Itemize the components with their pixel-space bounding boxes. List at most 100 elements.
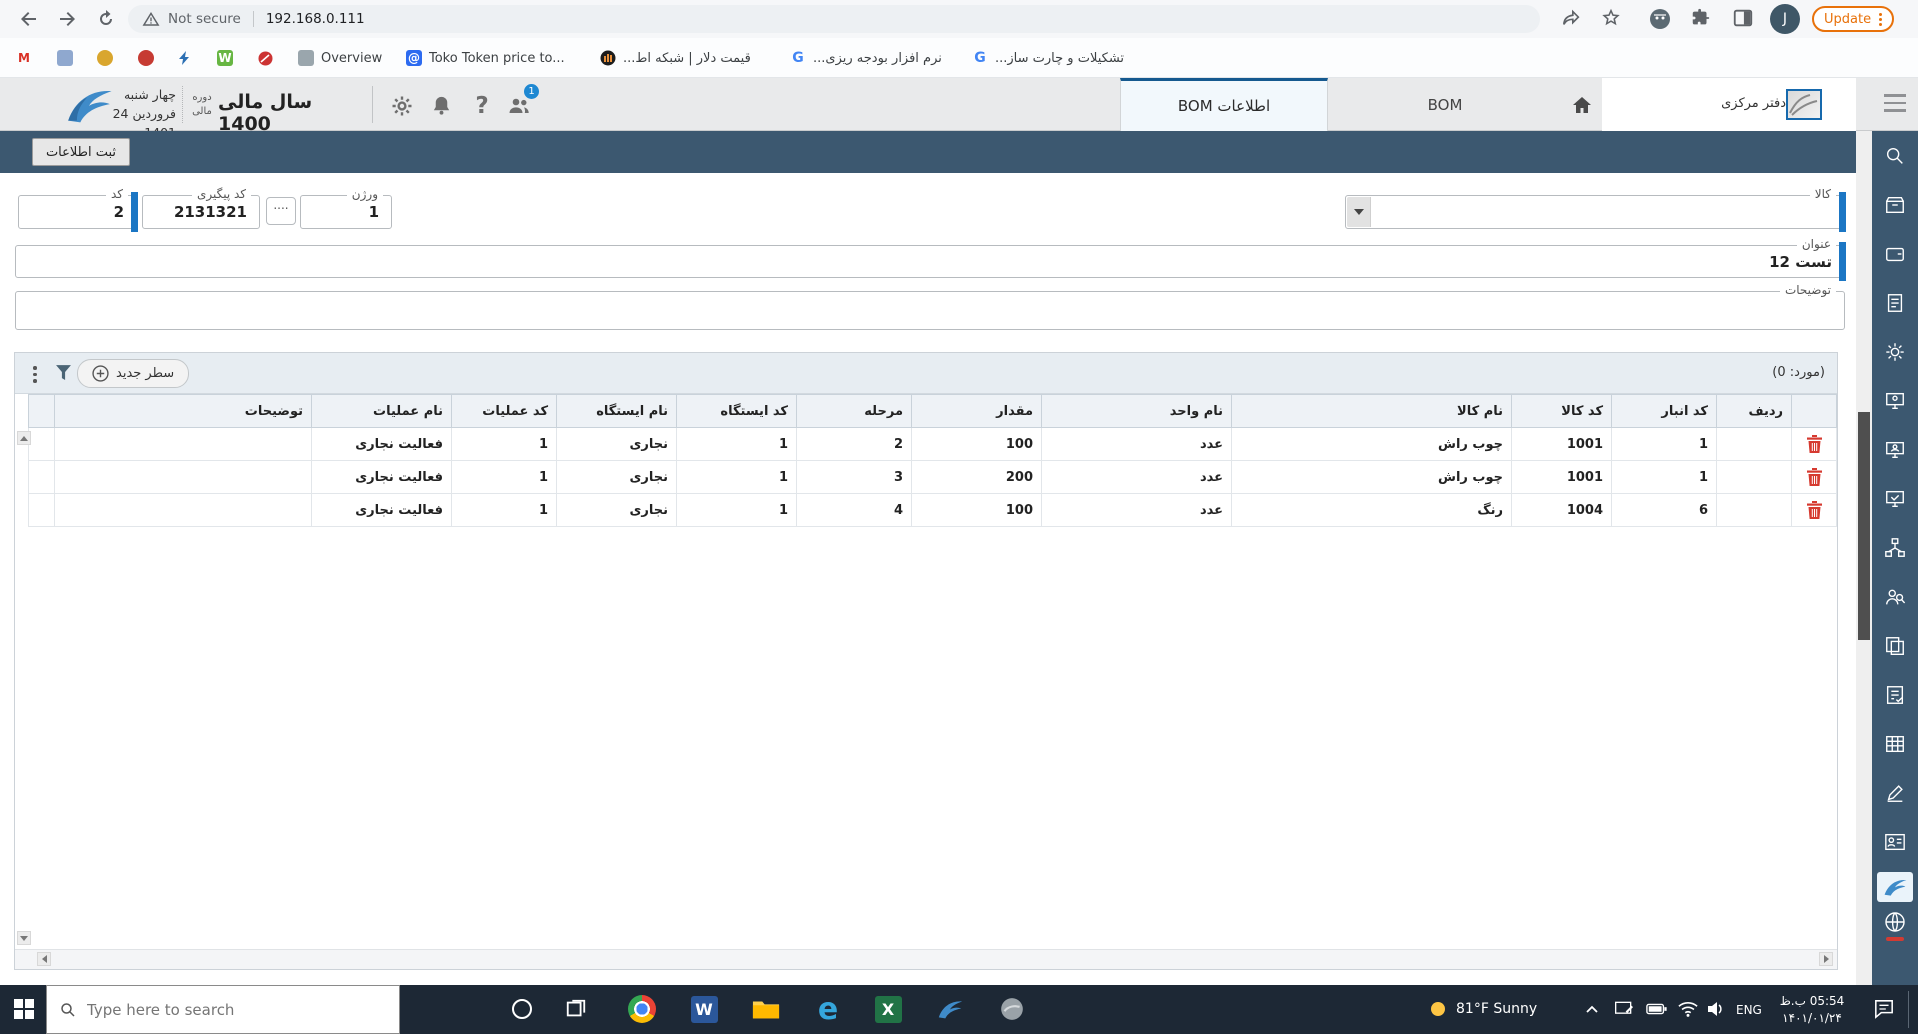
office-name-label[interactable]: دفتر مرکزی [1721,96,1786,111]
grid-scroll-up-button[interactable] [17,431,31,445]
bookmark-item[interactable] [57,48,73,68]
delete-row-button[interactable] [1791,427,1837,461]
reports-icon[interactable] [1872,621,1918,670]
wifi-icon[interactable] [1676,993,1700,1025]
code-field[interactable]: کد 2 [18,187,138,232]
help-icon[interactable]: ? [470,93,494,119]
col-header[interactable]: توضیحات [54,394,312,428]
cell-kod-istgah[interactable]: 1 [676,460,797,494]
cell-nam-vahed[interactable]: عدد [1041,427,1232,461]
office-photo[interactable] [1786,89,1822,120]
tab-bom[interactable]: BOM [1328,78,1562,131]
address-bar[interactable]: Not secure 192.168.0.111 [128,5,1540,33]
cell-kod-amaliat[interactable]: 1 [451,493,557,527]
cell-meghdar[interactable]: 100 [911,493,1042,527]
bookmark-item[interactable] [138,48,154,68]
scrollbar-thumb[interactable] [1858,412,1870,640]
search-input[interactable] [87,1000,367,1019]
bookmark-star-icon[interactable] [1600,7,1624,31]
more-options-button[interactable]: .... [266,197,296,225]
battery-icon[interactable] [1644,993,1670,1025]
bookmark-gmail[interactable]: M [16,48,32,68]
cell-kod-istgah[interactable]: 1 [676,427,797,461]
cortana-icon[interactable] [506,993,538,1025]
cell-meghdar[interactable]: 100 [911,427,1042,461]
workstation-icon-1[interactable] [1872,376,1918,425]
bookmark-item[interactable] [177,48,193,68]
cell-nam-amaliat[interactable]: فعالیت نجاری [311,493,452,527]
cell-marhale[interactable]: 2 [796,427,912,461]
cell-kod-kala[interactable]: 1001 [1511,460,1612,494]
cell-kod-istgah[interactable]: 1 [676,493,797,527]
hierarchy-icon[interactable] [1872,523,1918,572]
grid-menu-icon[interactable] [33,363,37,386]
bookmark-item[interactable]: W [217,48,233,68]
show-desktop-divider[interactable] [1908,991,1909,1028]
grid-horizontal-scrollbar[interactable] [15,949,1837,969]
dropdown-button[interactable] [1347,197,1371,227]
cell-nam-kala[interactable]: چوب راش [1231,427,1512,461]
side-panel-icon[interactable] [1732,7,1756,31]
workstation-icon-2[interactable] [1872,425,1918,474]
bookmark-toko[interactable]: @ Toko Token price to... [406,48,565,68]
reload-icon[interactable] [94,7,118,31]
notifications-bell-icon[interactable] [430,94,454,118]
back-icon[interactable] [16,7,40,31]
col-header[interactable]: نام کالا [1231,394,1512,428]
cell-nam-amaliat[interactable]: فعالیت نجاری [311,460,452,494]
bookmark-overview[interactable]: Overview [298,48,382,68]
cell-nam-kala[interactable]: رنگ [1231,493,1512,527]
cell-radif[interactable] [1716,460,1792,494]
app-logo-tile[interactable] [1877,872,1913,902]
person-search-icon[interactable] [1872,572,1918,621]
fiscal-year-label[interactable]: سال مالی 1400 [218,91,348,135]
file-explorer-icon[interactable] [750,993,782,1025]
tracking-code-field[interactable]: کد پیگیری 2131321 [142,187,260,229]
tablet-pen-icon[interactable] [1612,993,1636,1025]
cell-kod-anbar[interactable]: 1 [1611,460,1717,494]
erp-app-icon[interactable] [934,993,966,1025]
bookmark-item[interactable] [257,48,273,68]
table-row[interactable]: 1 1001 چوب راش عدد 200 3 1 نجاری 1 فعالی… [28,460,1837,494]
col-header[interactable]: کد انبار [1611,394,1717,428]
cell-kod-amaliat[interactable]: 1 [451,460,557,494]
grid-scroll-right-button[interactable] [1819,952,1833,966]
col-header[interactable]: مرحله [796,394,912,428]
services-gear-icon[interactable] [1872,327,1918,376]
word-icon[interactable]: W [688,993,720,1025]
volume-icon[interactable] [1704,993,1728,1025]
forward-icon[interactable] [56,7,80,31]
home-icon[interactable] [1570,93,1594,117]
checklist-doc-icon[interactable] [1872,670,1918,719]
col-header[interactable]: مقدار [911,394,1042,428]
grid-scroll-left-button[interactable] [37,952,51,966]
bookmark-dollar[interactable]: قیمت دلار | شبکه اط... [600,48,751,68]
cell-radif[interactable] [1716,427,1792,461]
cell-nam-istgah[interactable]: نجاری [556,460,677,494]
cell-kod-amaliat[interactable]: 1 [451,427,557,461]
cell-nam-amaliat[interactable]: فعالیت نجاری [311,427,452,461]
cell-meghdar[interactable]: 200 [911,460,1042,494]
signature-pen-icon[interactable] [1872,768,1918,817]
settings-gear-icon[interactable] [390,94,414,118]
cell-tozihat[interactable] [54,460,312,494]
cell-marhale[interactable]: 3 [796,460,912,494]
cell-tozihat[interactable] [54,427,312,461]
extensions-puzzle-icon[interactable] [1690,7,1714,31]
share-icon[interactable] [1560,7,1584,31]
col-header[interactable]: نام ایستگاه [556,394,677,428]
version-field[interactable]: ورژن 1 [300,187,392,229]
weather-widget[interactable]: 81°F Sunny [1428,999,1537,1019]
col-header[interactable]: نام واحد [1041,394,1232,428]
internet-explorer-icon[interactable]: e [812,992,844,1027]
bookmark-item[interactable] [97,48,113,68]
cell-radif[interactable] [1716,493,1792,527]
tab-bom-info[interactable]: اطلاعات BOM [1120,78,1328,131]
action-center-icon[interactable] [1868,993,1900,1025]
taskbar-clock[interactable]: 05:54 ب.ظ ۱۴۰۱/۰۱/۲۴ [1772,993,1852,1027]
title-field[interactable]: عنوان تست 12 [15,237,1846,281]
new-row-button[interactable]: سطر جدید [77,359,190,388]
browser-menu-icon[interactable] [1879,11,1883,28]
hidden-icons-chevron[interactable] [1582,993,1602,1025]
update-button[interactable]: Update [1812,6,1895,32]
